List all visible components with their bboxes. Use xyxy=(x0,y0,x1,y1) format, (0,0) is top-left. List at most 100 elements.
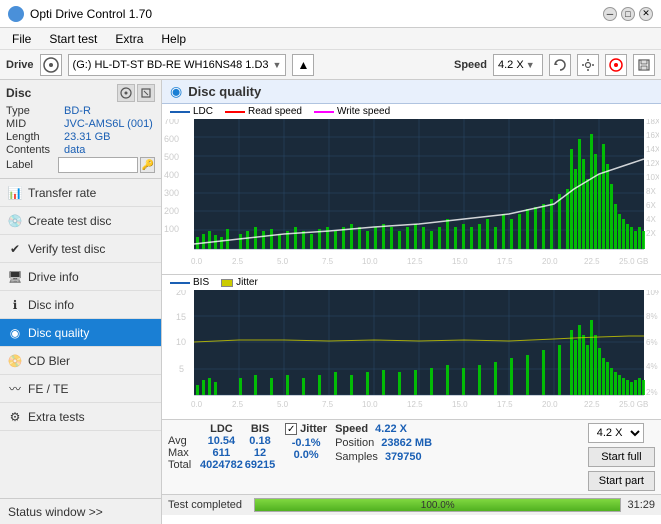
progress-track: 100.0% xyxy=(254,498,621,512)
menu-extra[interactable]: Extra xyxy=(107,30,151,48)
disc-label-row: Label 🔑 xyxy=(6,157,155,173)
svg-text:500: 500 xyxy=(164,152,179,162)
jitter-checkbox[interactable]: ✓ xyxy=(285,423,297,435)
avg-bis-value: 0.18 xyxy=(243,435,277,447)
menu-file[interactable]: File xyxy=(4,30,39,48)
nav-create-test-disc[interactable]: 💿 Create test disc xyxy=(0,207,161,235)
title-bar-left: Opti Drive Control 1.70 xyxy=(8,6,152,22)
svg-text:20.0: 20.0 xyxy=(542,400,558,409)
read-legend-label: Read speed xyxy=(248,106,302,117)
jitter-legend-color xyxy=(221,279,233,287)
speed-dropdown[interactable]: 4.2 X 2.0 X 4.0 X xyxy=(588,423,644,443)
svg-text:10%: 10% xyxy=(646,290,659,297)
app-icon xyxy=(8,6,24,22)
disc-button[interactable] xyxy=(605,54,627,76)
svg-text:7.5: 7.5 xyxy=(322,400,334,409)
svg-text:10.0: 10.0 xyxy=(362,257,378,266)
status-window-button[interactable]: Status window >> xyxy=(0,498,161,524)
content-area: ◉ Disc quality LDC Read speed Write spee… xyxy=(162,80,661,524)
start-part-button[interactable]: Start part xyxy=(588,471,655,491)
svg-text:600: 600 xyxy=(164,134,179,144)
action-area: 4.2 X 2.0 X 4.0 X Start full Start part xyxy=(588,423,655,491)
samples-value: 379750 xyxy=(385,451,422,463)
nav-disc-info[interactable]: ℹ Disc info xyxy=(0,291,161,319)
svg-text:6%: 6% xyxy=(646,338,658,347)
start-full-button[interactable]: Start full xyxy=(588,447,655,467)
disc-type-value: BD-R xyxy=(64,105,91,117)
svg-text:5.0: 5.0 xyxy=(277,400,289,409)
speed-value: 4.2 X xyxy=(498,59,524,71)
disc-label-btn[interactable]: 🔑 xyxy=(140,157,155,173)
svg-text:0.0: 0.0 xyxy=(191,257,203,266)
drive-select-arrow: ▼ xyxy=(273,60,282,70)
samples-key: Samples xyxy=(335,451,378,463)
svg-text:10.0: 10.0 xyxy=(362,400,378,409)
svg-text:5.0: 5.0 xyxy=(277,257,289,266)
svg-text:15.0: 15.0 xyxy=(452,257,468,266)
svg-text:4X: 4X xyxy=(646,215,656,224)
legend-read: Read speed xyxy=(225,106,302,117)
chart1-legend: LDC Read speed Write speed xyxy=(162,104,661,119)
svg-text:5: 5 xyxy=(179,364,184,374)
menu-help[interactable]: Help xyxy=(153,30,194,48)
drive-icon xyxy=(40,54,62,76)
max-label: Max xyxy=(168,447,200,459)
fe-te-icon: 〰 xyxy=(8,382,22,396)
drive-label: Drive xyxy=(6,59,34,71)
refresh-button[interactable] xyxy=(549,54,571,76)
app-title: Opti Drive Control 1.70 xyxy=(30,7,152,21)
menu-bar: File Start test Extra Help xyxy=(0,28,661,50)
maximize-button[interactable]: □ xyxy=(621,7,635,21)
svg-text:17.5: 17.5 xyxy=(497,257,513,266)
disc-quality-header-icon: ◉ xyxy=(170,83,182,100)
eject-button[interactable]: ▲ xyxy=(292,54,314,76)
total-ldc-value: 4024782 xyxy=(200,459,243,471)
nav-drive-info[interactable]: 🖥 Drive info xyxy=(0,263,161,291)
status-window-label: Status window >> xyxy=(8,505,103,519)
svg-text:16X: 16X xyxy=(646,131,659,140)
read-legend-color xyxy=(225,111,245,113)
menu-start-test[interactable]: Start test xyxy=(41,30,105,48)
svg-text:400: 400 xyxy=(164,170,179,180)
svg-text:2.5: 2.5 xyxy=(232,257,244,266)
avg-jitter-value: -0.1% xyxy=(285,437,327,449)
disc-icon-1[interactable] xyxy=(117,84,135,102)
disc-icon-2[interactable] xyxy=(137,84,155,102)
stats-area: LDC BIS Avg 10.54 0.18 Max 611 12 Tota xyxy=(162,419,661,494)
total-label: Total xyxy=(168,459,200,471)
svg-text:25.0 GB: 25.0 GB xyxy=(619,400,648,409)
nav-disc-quality[interactable]: ◉ Disc quality xyxy=(0,319,161,347)
nav-create-test-disc-label: Create test disc xyxy=(28,214,111,228)
svg-text:22.5: 22.5 xyxy=(584,400,600,409)
nav-cd-bler[interactable]: 📀 CD Bler xyxy=(0,347,161,375)
verify-test-disc-icon: ✔ xyxy=(8,242,22,256)
jitter-label: Jitter xyxy=(300,423,327,435)
progress-text: 100.0% xyxy=(255,499,620,513)
disc-contents-label: Contents xyxy=(6,144,64,156)
svg-text:8X: 8X xyxy=(646,187,656,196)
disc-length-label: Length xyxy=(6,131,64,143)
minimize-button[interactable]: ─ xyxy=(603,7,617,21)
nav-fe-te[interactable]: 〰 FE / TE xyxy=(0,375,161,403)
close-button[interactable]: ✕ xyxy=(639,7,653,21)
ldc-legend-label: LDC xyxy=(193,106,213,117)
content-header-title: Disc quality xyxy=(188,84,261,99)
title-bar-controls[interactable]: ─ □ ✕ xyxy=(603,7,653,21)
nav-extra-tests[interactable]: ⚙ Extra tests xyxy=(0,403,161,431)
total-bis-value: 69215 xyxy=(243,459,277,471)
speed-select[interactable]: 4.2 X ▼ xyxy=(493,54,543,76)
drive-select[interactable]: (G:) HL-DT-ST BD-RE WH16NS48 1.D3 ▼ xyxy=(68,54,287,76)
extra-tests-icon: ⚙ xyxy=(8,410,22,424)
svg-text:14X: 14X xyxy=(646,145,659,154)
nav-disc-info-label: Disc info xyxy=(28,298,74,312)
settings-button[interactable] xyxy=(577,54,599,76)
nav-transfer-rate[interactable]: 📊 Transfer rate xyxy=(0,179,161,207)
nav-verify-test-disc[interactable]: ✔ Verify test disc xyxy=(0,235,161,263)
save-button[interactable] xyxy=(633,54,655,76)
disc-label-input[interactable] xyxy=(58,157,138,173)
max-jitter-value: 0.0% xyxy=(285,449,327,461)
bis-chart-svg: 20 15 10 5 10% 8% 6% 4% 2% 0.0 2.5 5.0 7… xyxy=(164,290,659,410)
svg-text:20: 20 xyxy=(176,290,186,297)
disc-info-icon: ℹ xyxy=(8,298,22,312)
jitter-section: ✓ Jitter -0.1% 0.0% xyxy=(285,423,327,461)
